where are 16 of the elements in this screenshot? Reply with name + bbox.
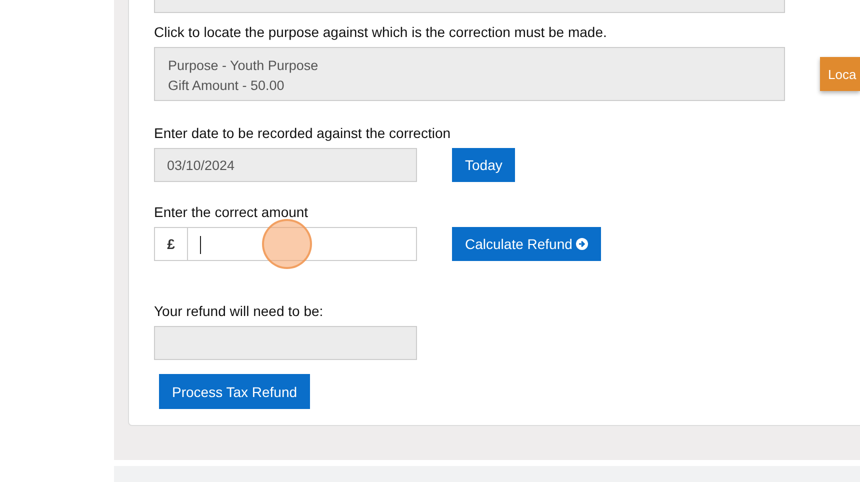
refund-field[interactable] (154, 326, 417, 360)
purpose-detail: Purpose - Youth Purpose (168, 57, 320, 75)
date-field[interactable]: 03/10/2024 (154, 148, 417, 182)
calculate-refund-button[interactable]: Calculate Refund (452, 227, 602, 261)
today-button[interactable]: Today (452, 148, 516, 182)
purpose-detail: Gift Amount - 50.00 (168, 77, 286, 95)
text-cursor (200, 236, 201, 254)
refund-label: Your refund will need to be: (154, 302, 324, 321)
amount-label: Enter the correct amount (154, 203, 310, 222)
process-tax-refund-button[interactable]: Process Tax Refund (159, 374, 310, 409)
amount-field[interactable]: £ (154, 227, 417, 261)
click-indicator (262, 219, 312, 269)
locate-button[interactable]: Loca (820, 57, 860, 91)
arrow-circle-icon (576, 238, 588, 250)
date-label: Enter date to be recorded against the correction (154, 124, 452, 143)
purpose-prompt: Click to locate the purpose against which is the correction must be made. (154, 23, 608, 42)
